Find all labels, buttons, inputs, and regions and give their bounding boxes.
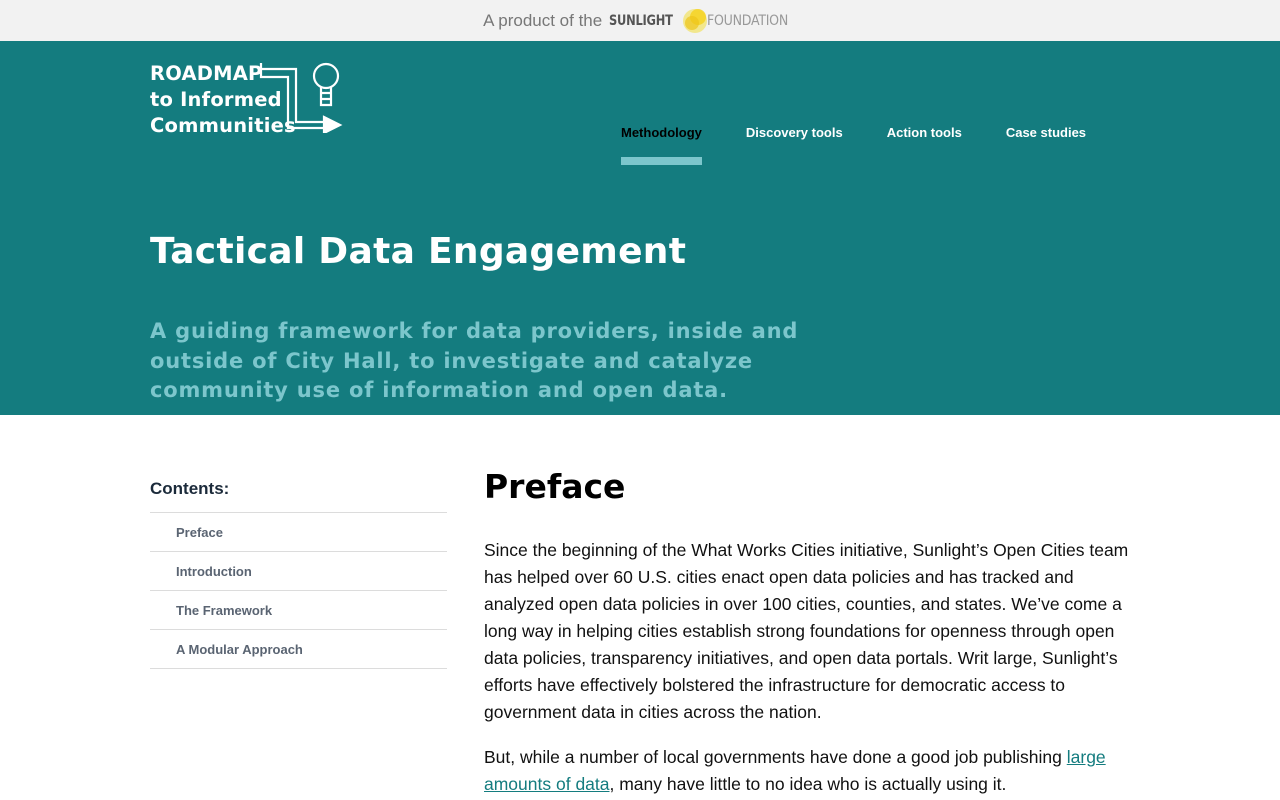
paragraph-1: Since the beginning of the What Works Ci… (484, 540, 1129, 722)
toc-item-introduction[interactable]: Introduction (150, 552, 447, 591)
nav-label: Methodology (621, 125, 702, 140)
paragraph-2-text-start: But, while a number of local governments… (484, 747, 1067, 767)
nav-label: Discovery tools (745, 125, 843, 140)
nav-case-studies[interactable]: Case studies (1006, 125, 1086, 169)
nav-action-tools[interactable]: Action tools (887, 125, 962, 169)
toc-title: Contents: (150, 479, 447, 513)
table-of-contents: Contents: Preface Introduction The Frame… (150, 479, 447, 669)
main-nav: Methodology Discovery tools Action tools… (621, 125, 1086, 169)
roadmap-logo[interactable]: ROADMAP to Informed Communities (150, 61, 350, 137)
main-content-area: Contents: Preface Introduction The Frame… (0, 415, 1280, 800)
article-body: Preface Since the beginning of the What … (484, 467, 1134, 800)
foundation-word: FOUNDATION (706, 12, 788, 29)
toc-item-preface[interactable]: Preface (150, 513, 447, 552)
nav-methodology[interactable]: Methodology (621, 125, 702, 169)
sunlight-foundation-logo[interactable]: SUNLIGHT FOUNDATION (609, 7, 797, 35)
paragraph-2: But, while a number of local governments… (484, 744, 1134, 798)
toc-item-modular-approach[interactable]: A Modular Approach (150, 630, 447, 669)
sun-icon (682, 8, 707, 33)
page-title: Tactical Data Engagement (150, 231, 687, 272)
sunlight-word: SUNLIGHT (609, 12, 673, 29)
banner-prefix: A product of the (483, 10, 603, 30)
toc-item-the-framework[interactable]: The Framework (150, 591, 447, 630)
nav-label: Action tools (886, 125, 962, 140)
lightbulb-arrow-icon (259, 62, 343, 133)
nav-discovery-tools[interactable]: Discovery tools (746, 125, 843, 169)
top-banner: A product of the SUNLIGHT FOUNDATION (0, 0, 1280, 41)
hero-header: ROADMAP to Informed Communities Methodol… (0, 41, 1280, 415)
active-nav-indicator (621, 157, 702, 165)
paragraph-2-text-end: , many have little to no idea who is act… (609, 774, 1007, 794)
nav-label: Case studies (1005, 125, 1087, 140)
page-subtitle: A guiding framework for data providers, … (150, 319, 799, 402)
section-heading: Preface (484, 467, 626, 506)
